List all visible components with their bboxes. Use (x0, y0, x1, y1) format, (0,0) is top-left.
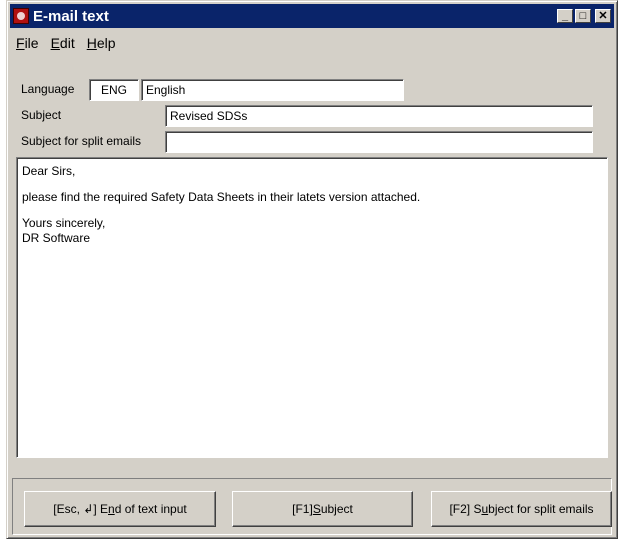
split-subject-field[interactable] (165, 131, 593, 153)
close-button[interactable]: ✕ (595, 9, 611, 23)
split-subject-button[interactable]: [F2] Su bject for split emails (431, 491, 612, 527)
title-bar[interactable]: E-mail text _ □ ✕ (10, 4, 614, 28)
minimize-button[interactable]: _ (557, 9, 573, 23)
app-icon (13, 8, 29, 24)
subject-label: Subject (21, 108, 62, 122)
language-code-field[interactable]: ENG (89, 79, 139, 101)
menu-file[interactable]: File (10, 35, 45, 51)
split-subject-label: Subject for split emails (21, 134, 142, 148)
window-title: E-mail text (33, 7, 109, 25)
menu-edit[interactable]: Edit (45, 35, 81, 51)
subject-field[interactable]: Revised SDSs (165, 105, 593, 127)
language-name-field[interactable]: English (141, 79, 404, 101)
closing-line: Yours sincerely, (22, 216, 106, 230)
subject-button[interactable]: [F1] Subject (232, 491, 413, 527)
greeting-line: Dear Sirs, (22, 164, 76, 178)
signature-line: DR Software (22, 231, 91, 245)
menu-help[interactable]: Help (81, 35, 122, 51)
menu-bar: File Edit Help (10, 31, 614, 55)
language-label: Language (21, 82, 75, 96)
maximize-button[interactable]: □ (575, 9, 591, 23)
email-body-textarea[interactable]: Dear Sirs, please find the required Safe… (16, 157, 608, 458)
end-text-input-button[interactable]: [Esc, ↲] End of text input (24, 491, 216, 527)
message-line: please find the required Safety Data She… (22, 190, 421, 204)
